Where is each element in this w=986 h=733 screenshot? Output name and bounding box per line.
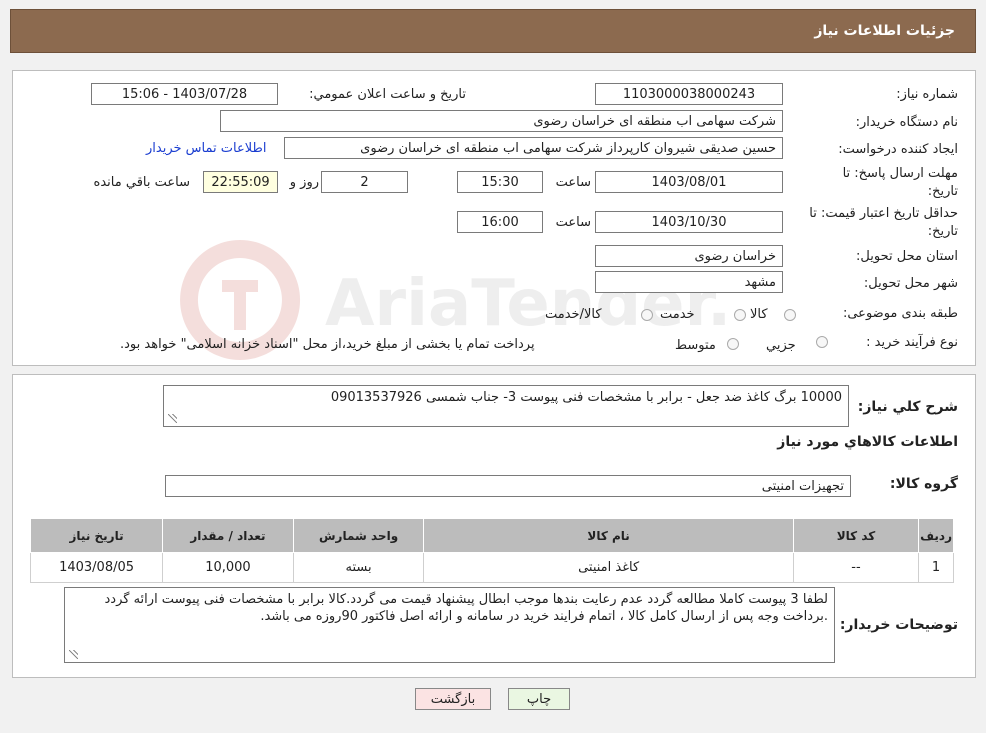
process-label: نوع فرآيند خريد : bbox=[866, 335, 958, 350]
remaining-time-field: 22:55:09 bbox=[203, 171, 278, 193]
goods-heading: اطلاعات کالاهاي مورد نياز bbox=[777, 434, 958, 450]
need-number-label: شماره نياز: bbox=[896, 87, 958, 102]
days-remaining-field: 2 bbox=[321, 171, 408, 193]
row-number-cell: 1 bbox=[918, 552, 954, 583]
province-label: استان محل تحويل: bbox=[856, 249, 958, 264]
process-minor-label: جزيي bbox=[766, 338, 796, 353]
city-field: مشهد bbox=[595, 271, 783, 293]
goods-table-header: رديف کد کالا نام کالا واحد شمارش تعداد /… bbox=[29, 518, 954, 553]
goods-name-cell: کاغذ امنیتی bbox=[423, 552, 794, 583]
back-button[interactable]: بازگشت bbox=[415, 688, 491, 710]
buyer-org-label: نام دستگاه خريدار: bbox=[855, 115, 958, 130]
goods-code-cell: -- bbox=[792, 552, 920, 583]
category-label: طبقه بندی موضوعی: bbox=[842, 306, 958, 321]
province-field: خراسان رضوی bbox=[595, 245, 783, 267]
category-goods-label: کالا bbox=[750, 307, 768, 322]
process-minor-radio[interactable] bbox=[816, 336, 828, 348]
table-row: 1 -- کاغذ امنیتی بسته 10,000 1403/08/05 bbox=[29, 552, 954, 583]
days-word: روز و bbox=[289, 175, 319, 190]
col-goods-name: نام کالا bbox=[423, 518, 794, 553]
category-goods-radio[interactable] bbox=[784, 309, 796, 321]
deadline-date-field: 1403/08/01 bbox=[595, 171, 783, 193]
city-label: شهر محل تحويل: bbox=[863, 276, 958, 291]
need-date-cell: 1403/08/05 bbox=[29, 552, 164, 583]
remaining-word: ساعت باقي مانده bbox=[93, 175, 190, 190]
need-number-field: 1103000038000243 bbox=[595, 83, 783, 105]
print-button[interactable]: چاپ bbox=[508, 688, 570, 710]
col-need-date: تاريخ نياز bbox=[29, 518, 164, 553]
unit-cell: بسته bbox=[292, 552, 425, 583]
requester-field: حسین صدیقی شیروان کارپرداز شرکت سهامی اب… bbox=[284, 137, 783, 159]
requester-label: ايجاد کننده درخواست: bbox=[838, 142, 958, 157]
deadline-time-field: 15:30 bbox=[457, 171, 543, 193]
category-service-label: خدمت bbox=[660, 307, 695, 322]
goods-group-field: تجهیزات امنیتی bbox=[165, 475, 851, 497]
process-medium-radio[interactable] bbox=[727, 338, 739, 350]
page-title: جزئيات اطلاعات نياز bbox=[10, 9, 976, 53]
group-label: گروه کالا: bbox=[889, 476, 958, 492]
buyer-notes-textarea[interactable]: لطفا 3 پیوست کاملا مطالعه گردد عدم رعایت… bbox=[64, 587, 835, 663]
col-row-number: رديف bbox=[918, 518, 954, 553]
buyer-notes-text: لطفا 3 پیوست کاملا مطالعه گردد عدم رعایت… bbox=[104, 592, 828, 624]
validity-time-field: 16:00 bbox=[457, 211, 543, 233]
resize-grip-icon bbox=[168, 414, 177, 423]
category-goods-service-label: کالا/خدمت bbox=[545, 307, 602, 322]
resize-grip-icon bbox=[69, 650, 78, 659]
validity-label: حداقل تاريخ اعتبار قيمت: تا تاريخ: bbox=[809, 206, 958, 239]
buyer-notes-label: توضيحات خريدار: bbox=[839, 617, 958, 633]
col-goods-code: کد کالا bbox=[792, 518, 920, 553]
deadline-label: مهلت ارسال پاسخ: تا تاريخ: bbox=[842, 166, 958, 199]
announce-label: تاريخ و ساعت اعلان عمومي: bbox=[309, 87, 466, 102]
summary-textarea[interactable]: 10000 برگ کاغذ ضد جعل - برابر با مشخصات … bbox=[163, 385, 849, 427]
quantity-cell: 10,000 bbox=[162, 552, 294, 583]
buyer-contact-link[interactable]: اطلاعات تماس خريدار bbox=[146, 141, 266, 156]
summary-text: 10000 برگ کاغذ ضد جعل - برابر با مشخصات … bbox=[330, 390, 842, 405]
validity-date-field: 1403/10/30 bbox=[595, 211, 783, 233]
buyer-org-field: شرکت سهامی اب منطقه ای خراسان رضوی bbox=[220, 110, 783, 132]
category-goods-service-radio[interactable] bbox=[641, 309, 653, 321]
process-medium-label: متوسط bbox=[675, 338, 716, 353]
goods-table: رديف کد کالا نام کالا واحد شمارش تعداد /… bbox=[29, 518, 954, 583]
deadline-time-word: ساعت bbox=[555, 175, 591, 190]
category-service-radio[interactable] bbox=[734, 309, 746, 321]
summary-label: شرح کلي نياز: bbox=[857, 399, 958, 415]
validity-time-word: ساعت bbox=[555, 215, 591, 230]
col-unit: واحد شمارش bbox=[292, 518, 425, 553]
announce-datetime-field: 1403/07/28 - 15:06 bbox=[91, 83, 278, 105]
col-quantity: تعداد / مقدار bbox=[162, 518, 294, 553]
process-note: پرداخت تمام يا بخشی از مبلغ خريد،از محل … bbox=[120, 337, 535, 352]
